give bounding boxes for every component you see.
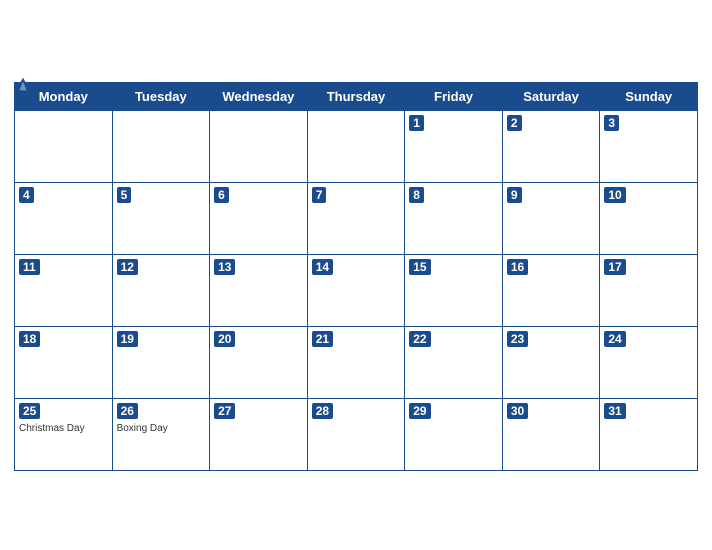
calendar-cell: 5 (112, 182, 210, 254)
day-number: 20 (214, 331, 235, 347)
day-number: 7 (312, 187, 327, 203)
day-number: 26 (117, 403, 138, 419)
calendar-cell: 9 (502, 182, 600, 254)
days-header-row: MondayTuesdayWednesdayThursdayFridaySatu… (15, 82, 698, 110)
calendar-cell: 16 (502, 254, 600, 326)
day-number: 15 (409, 259, 430, 275)
calendar-table: MondayTuesdayWednesdayThursdayFridaySatu… (14, 82, 698, 471)
day-number: 29 (409, 403, 430, 419)
day-header-sunday: Sunday (600, 82, 698, 110)
day-number: 28 (312, 403, 333, 419)
holiday-label: Christmas Day (19, 423, 108, 434)
calendar-cell: 25 Christmas Day (15, 398, 113, 470)
day-number: 4 (19, 187, 34, 203)
day-number: 19 (117, 331, 138, 347)
calendar-cell: 14 (307, 254, 405, 326)
day-header-tuesday: Tuesday (112, 82, 210, 110)
day-header-saturday: Saturday (502, 82, 600, 110)
calendar-cell: 1 (405, 110, 503, 182)
day-number: 24 (604, 331, 625, 347)
calendar-cell (112, 110, 210, 182)
calendar-cell: 26 Boxing Day (112, 398, 210, 470)
calendar-cell (15, 110, 113, 182)
calendar-cell: 20 (210, 326, 308, 398)
day-number: 1 (409, 115, 424, 131)
day-number: 31 (604, 403, 625, 419)
calendar-container: MondayTuesdayWednesdayThursdayFridaySatu… (0, 66, 712, 485)
calendar-cell: 24 (600, 326, 698, 398)
week-row-2: 4 5 6 7 8 9 10 (15, 182, 698, 254)
calendar-cell: 6 (210, 182, 308, 254)
calendar-cell: 23 (502, 326, 600, 398)
calendar-cell: 2 (502, 110, 600, 182)
day-header-wednesday: Wednesday (210, 82, 308, 110)
day-number: 9 (507, 187, 522, 203)
week-row-3: 11 12 13 14 15 16 17 (15, 254, 698, 326)
calendar-body: 1234567891011121314151617181920212223242… (15, 110, 698, 470)
calendar-cell: 3 (600, 110, 698, 182)
day-header-friday: Friday (405, 82, 503, 110)
week-row-5: 25 Christmas Day 26 Boxing Day 27 28 29 30 31 (15, 398, 698, 470)
day-number: 27 (214, 403, 235, 419)
calendar-cell: 21 (307, 326, 405, 398)
day-number: 5 (117, 187, 132, 203)
day-number: 10 (604, 187, 625, 203)
calendar-cell: 8 (405, 182, 503, 254)
calendar-cell: 4 (15, 182, 113, 254)
calendar-cell: 10 (600, 182, 698, 254)
day-number: 22 (409, 331, 430, 347)
day-number: 3 (604, 115, 619, 131)
calendar-cell: 28 (307, 398, 405, 470)
holiday-label: Boxing Day (117, 423, 206, 434)
day-number: 30 (507, 403, 528, 419)
calendar-cell: 19 (112, 326, 210, 398)
day-number: 18 (19, 331, 40, 347)
calendar-cell: 12 (112, 254, 210, 326)
day-number: 11 (19, 259, 40, 275)
day-number: 14 (312, 259, 333, 275)
calendar-cell: 15 (405, 254, 503, 326)
day-number: 23 (507, 331, 528, 347)
day-header-thursday: Thursday (307, 82, 405, 110)
calendar-cell: 7 (307, 182, 405, 254)
calendar-cell: 31 (600, 398, 698, 470)
calendar-cell: 18 (15, 326, 113, 398)
calendar-cell: 27 (210, 398, 308, 470)
day-number: 6 (214, 187, 229, 203)
calendar-cell: 13 (210, 254, 308, 326)
day-number: 25 (19, 403, 40, 419)
calendar-cell: 29 (405, 398, 503, 470)
day-number: 13 (214, 259, 235, 275)
week-row-4: 18 19 20 21 22 23 24 (15, 326, 698, 398)
day-number: 8 (409, 187, 424, 203)
calendar-cell: 17 (600, 254, 698, 326)
calendar-cell: 22 (405, 326, 503, 398)
day-number: 21 (312, 331, 333, 347)
calendar-cell (307, 110, 405, 182)
day-number: 16 (507, 259, 528, 275)
logo-icon (14, 76, 32, 94)
calendar-cell: 30 (502, 398, 600, 470)
calendar-cell: 11 (15, 254, 113, 326)
calendar-cell (210, 110, 308, 182)
day-number: 17 (604, 259, 625, 275)
day-number: 2 (507, 115, 522, 131)
logo-area (14, 76, 32, 94)
week-row-1: 1 2 3 (15, 110, 698, 182)
day-number: 12 (117, 259, 138, 275)
